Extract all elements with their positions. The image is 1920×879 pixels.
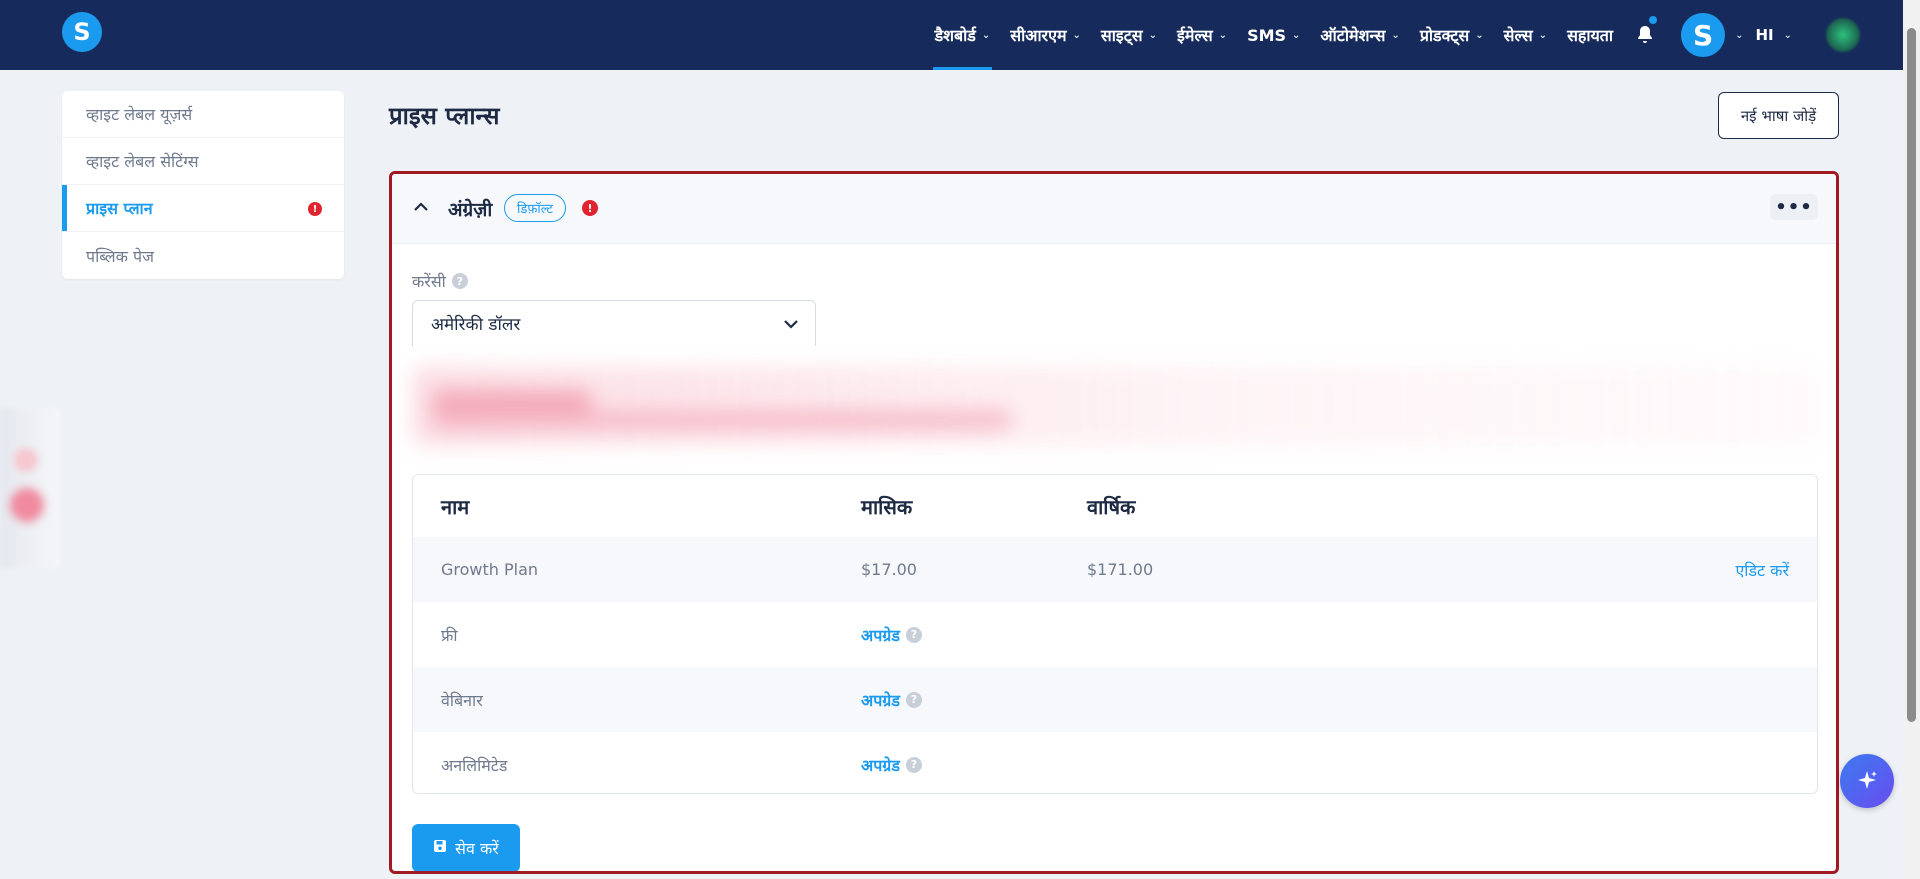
save-label: सेव करें <box>455 839 499 858</box>
column-header-monthly: मासिक <box>861 494 913 519</box>
save-button[interactable]: सेव करें <box>412 824 520 871</box>
language-name: अंग्रेज़ी <box>448 199 493 221</box>
chevron-down-icon: ⌄ <box>1218 29 1228 41</box>
edit-link[interactable]: एडिट करें <box>1735 559 1789 581</box>
table-row: फ्री अपग्रेड? <box>413 602 1817 667</box>
chevron-down-icon[interactable]: ⌄ <box>1735 30 1743 41</box>
column-header-yearly: वार्षिक <box>1087 494 1136 519</box>
chevron-up-icon[interactable] <box>410 196 432 218</box>
chevron-down-icon: ⌄ <box>1475 29 1484 41</box>
chevron-down-icon: ⌄ <box>1391 29 1400 41</box>
nav-label: साइट्स <box>1100 26 1143 45</box>
nav-label: ईमेल्स <box>1177 26 1213 45</box>
sidebar-item-public-page[interactable]: पब्लिक पेज <box>62 232 344 279</box>
help-icon[interactable]: ? <box>451 273 468 289</box>
main-nav: डैशबोर्ड ⌄ सीआरएम ⌄ साइट्स ⌄ ईमेल्स ⌄ SMS ⌄ ऑ… <box>925 0 1920 70</box>
page-scrollbar[interactable] <box>1903 0 1920 879</box>
nav-sms[interactable]: SMS ⌄ <box>1237 0 1310 70</box>
plan-name: Growth Plan <box>441 560 539 579</box>
sidebar-item-price-plan[interactable]: प्राइस प्लान ! <box>62 185 344 232</box>
nav-products[interactable]: प्रोडक्ट्स ⌄ <box>1410 0 1494 70</box>
chevron-down-icon[interactable]: ⌄ <box>1784 30 1792 41</box>
chevron-down-icon <box>783 311 799 334</box>
app-logo[interactable]: S <box>62 12 102 52</box>
nav-automations[interactable]: ऑटोमेशन्स ⌄ <box>1310 0 1409 70</box>
sidebar-item-label: पब्लिक पेज <box>86 246 154 266</box>
account-avatar[interactable]: S <box>1681 13 1726 57</box>
page-title: प्राइस प्लान्स <box>389 102 500 130</box>
upgrade-link[interactable]: अपग्रेड? <box>861 689 922 711</box>
sidebar-item-white-label-users[interactable]: व्हाइट लेबल यूज़र्स <box>62 91 344 138</box>
sidebar-item-label: व्हाइट लेबल यूज़र्स <box>86 105 193 124</box>
upgrade-label: अपग्रेड <box>861 690 900 710</box>
table-row: वेबिनार अपग्रेड? <box>413 667 1817 732</box>
nav-label: SMS <box>1247 25 1287 45</box>
table-header: नाम मासिक वार्षिक <box>413 475 1817 537</box>
price-plans-table: नाम मासिक वार्षिक Growth Plan $17.00 $17… <box>412 474 1818 794</box>
currency-label: करेंसी ? <box>412 270 468 292</box>
upgrade-label: अपग्रेड <box>861 755 900 775</box>
upgrade-label: अपग्रेड <box>861 625 900 645</box>
upgrade-link[interactable]: अपग्रेड? <box>861 754 922 776</box>
chevron-down-icon: ⌄ <box>1292 29 1301 41</box>
settings-sidebar: व्हाइट लेबल यूज़र्स व्हाइट लेबल सेटिंग्स… <box>62 91 344 279</box>
nav-emails[interactable]: ईमेल्स ⌄ <box>1167 0 1237 70</box>
nav-label: सेल्स <box>1503 26 1533 45</box>
currency-label-text: करेंसी <box>412 272 446 291</box>
help-icon[interactable]: ? <box>905 691 922 708</box>
top-navbar: S डैशबोर्ड ⌄ सीआरएम ⌄ साइट्स ⌄ ईमेल्स ⌄ SMS ⌄… <box>0 0 1920 70</box>
scrollbar-thumb[interactable] <box>1907 28 1916 722</box>
nav-label: प्रोडक्ट्स <box>1419 26 1470 45</box>
nav-dashboard[interactable]: डैशबोर्ड ⌄ <box>925 0 1001 70</box>
chevron-down-icon: ⌄ <box>1072 29 1081 41</box>
plan-name: फ्री <box>441 625 458 645</box>
chevron-down-icon: ⌄ <box>1538 29 1548 41</box>
sidebar-item-label: व्हाइट लेबल सेटिंग्स <box>86 152 199 171</box>
nav-label: सहायता <box>1567 26 1614 45</box>
table-row: अनलिमिटेड अपग्रेड? <box>413 732 1817 793</box>
yearly-price: $171.00 <box>1087 560 1154 579</box>
card-header: अंग्रेज़ी डिफ़ॉल्ट ! ••• <box>392 174 1836 244</box>
help-icon[interactable]: ? <box>905 626 922 643</box>
blurred-shape <box>14 448 38 472</box>
language-selector[interactable]: HI <box>1755 26 1773 44</box>
monthly-price: $17.00 <box>861 560 917 579</box>
notification-dot <box>1649 16 1658 24</box>
notifications-bell-icon[interactable] <box>1631 0 1659 70</box>
plan-name: अनलिमिटेड <box>441 755 508 775</box>
chevron-down-icon: ⌄ <box>1148 29 1158 41</box>
default-badge: डिफ़ॉल्ट <box>504 194 566 222</box>
column-header-name: नाम <box>441 494 470 519</box>
blurred-notice <box>412 366 1818 446</box>
upgrade-link[interactable]: अपग्रेड? <box>861 624 922 646</box>
chevron-down-icon: ⌄ <box>981 29 991 41</box>
sidebar-item-white-label-settings[interactable]: व्हाइट लेबल सेटिंग्स <box>62 138 344 185</box>
save-icon <box>433 839 447 857</box>
add-language-button[interactable]: नई भाषा जोड़ें <box>1718 92 1839 139</box>
user-avatar[interactable] <box>1826 18 1860 52</box>
nav-help[interactable]: सहायता <box>1557 0 1623 70</box>
more-options-button[interactable]: ••• <box>1770 194 1818 220</box>
error-icon: ! <box>582 200 598 216</box>
currency-value: अमेरिकी डॉलर <box>431 315 521 335</box>
plan-name: वेबिनार <box>441 690 483 710</box>
nav-sites[interactable]: साइट्स ⌄ <box>1091 0 1167 70</box>
language-price-card: अंग्रेज़ी डिफ़ॉल्ट ! ••• करेंसी ? अमेरिक… <box>389 171 1839 874</box>
help-icon[interactable]: ? <box>905 756 922 773</box>
nav-sales[interactable]: सेल्स ⌄ <box>1494 0 1557 70</box>
nav-label: ऑटोमेशन्स <box>1320 26 1386 45</box>
nav-crm[interactable]: सीआरएम ⌄ <box>1000 0 1091 70</box>
blurred-shape <box>10 488 44 522</box>
nav-label: सीआरएम <box>1010 26 1067 45</box>
table-row: Growth Plan $17.00 $171.00 एडिट करें <box>413 537 1817 602</box>
currency-select[interactable]: अमेरिकी डॉलर <box>412 300 816 346</box>
nav-label: डैशबोर्ड <box>934 26 976 45</box>
blurred-widget <box>0 408 60 568</box>
blurred-line <box>432 411 1012 429</box>
error-icon: ! <box>308 202 322 216</box>
ai-assistant-sparkle-icon[interactable] <box>1840 754 1894 808</box>
sidebar-item-label: प्राइस प्लान <box>86 199 153 218</box>
